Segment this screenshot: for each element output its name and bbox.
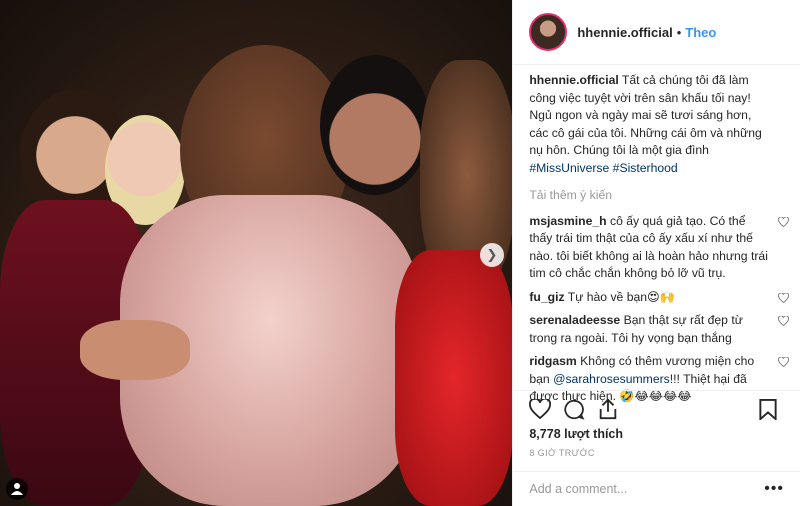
avatar[interactable]	[529, 13, 568, 51]
hashtag-sisterhood[interactable]: #Sisterhood	[613, 161, 678, 175]
comment-text: Tự hào về bạn😍🙌	[567, 289, 675, 304]
comment-username[interactable]: fu_giz	[529, 290, 564, 304]
user-tag-button[interactable]	[6, 478, 28, 500]
comment-item: fu_giz Tự hào về bạn😍🙌	[529, 289, 790, 307]
more-options-icon[interactable]: •••	[764, 480, 784, 498]
comment-item: msjasmine_h cô ấy quá giả tạo. Có thể th…	[529, 213, 790, 283]
load-more-comments[interactable]: Tải thêm ý kiến	[529, 187, 769, 205]
likes-count[interactable]: 8,778 lượt thích	[529, 427, 623, 441]
post-sidebar: hhennie.official • Theo hhennie.official…	[512, 0, 800, 506]
share-icon[interactable]	[597, 398, 619, 420]
comment-like-icon[interactable]	[778, 316, 790, 326]
post-header: hhennie.official • Theo	[513, 0, 800, 65]
comment-icon[interactable]	[563, 399, 585, 420]
next-photo-button[interactable]: ❯	[480, 243, 504, 267]
bookmark-icon[interactable]	[759, 399, 777, 420]
instagram-post: ❯ hhennie.official • Theo hhennie.offici…	[0, 0, 800, 506]
add-comment-bar: Add a comment... •••	[513, 471, 800, 506]
comment-username[interactable]: ridgasm	[529, 354, 576, 368]
heart-icon[interactable]	[529, 399, 552, 419]
user-tag-icon	[11, 483, 23, 495]
comment-username[interactable]: serenaladeesse	[529, 313, 620, 327]
separator-dot: •	[676, 24, 682, 40]
caption-username[interactable]: hhennie.official	[529, 73, 618, 87]
caption: hhennie.official Tất cả chúng tôi đã làm…	[529, 72, 769, 177]
comments-section: hhennie.official Tất cả chúng tôi đã làm…	[529, 72, 790, 412]
comment-item: serenaladeesse Bạn thật sự rất đẹp từ tr…	[529, 312, 790, 347]
comment-username[interactable]: msjasmine_h	[529, 214, 606, 228]
add-comment-input[interactable]: Add a comment...	[529, 482, 764, 496]
comment-like-icon[interactable]	[778, 292, 790, 303]
follow-button[interactable]: Theo	[685, 25, 716, 40]
chevron-right-icon: ❯	[486, 247, 498, 262]
comment-like-icon[interactable]	[778, 216, 790, 227]
action-bar	[513, 390, 800, 421]
comment-like-icon[interactable]	[778, 357, 790, 367]
header-username[interactable]: hhennie.official	[577, 25, 672, 40]
post-photo[interactable]: ❯	[0, 0, 513, 506]
mention-link[interactable]: @sarahrosesummers	[553, 372, 670, 386]
post-time[interactable]: 8 GIỜ TRƯỚC	[529, 448, 594, 458]
hashtag-missuniverse[interactable]: #MissUniverse	[529, 161, 609, 175]
